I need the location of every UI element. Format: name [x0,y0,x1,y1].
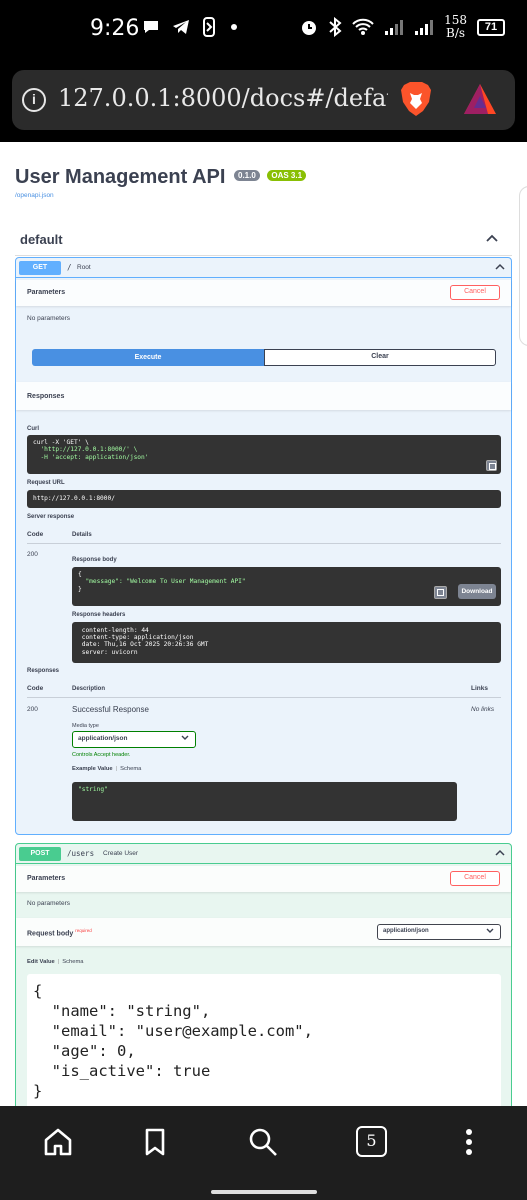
curl-box: curl -X 'GET' \ 'http://127.0.0.1:8000/'… [27,435,501,474]
response-headers-box: content-length: 44 content-type: applica… [72,622,501,663]
request-body-editor[interactable]: { "name": "string", "email": "user@examp… [27,974,501,1106]
code-header: Code [27,531,44,538]
browser-toolbar: i 127.0.0.1:8000/docs#/default [0,58,527,142]
tab-edit-value[interactable]: Edit Value [27,959,55,965]
openapi-json-link[interactable]: /openapi.json [15,192,54,199]
opblock-post-users: POST /users Create User Parameters Cance… [15,843,512,1106]
copy-icon[interactable] [434,586,447,599]
endpoint-path: / [67,263,72,272]
server-response-label: Server response [27,514,75,520]
endpoint-summary: Create User [103,850,139,857]
bluetooth-icon [329,17,342,37]
details-header: Details [72,532,92,538]
bookmark-icon[interactable] [139,1126,171,1158]
endpoint-path: /users [67,849,95,858]
parameters-title: Parameters [27,875,66,882]
request-body-section: Request body required application/json [16,918,511,946]
opblock-summary[interactable]: POST /users Create User [16,844,511,864]
media-type-select[interactable]: application/json [72,731,196,748]
url-text[interactable]: 127.0.0.1:8000/docs#/default [58,84,388,118]
code-header: Code [27,685,44,692]
battery-indicator: 71 [477,18,505,36]
tab-schema[interactable]: Schema [120,766,141,772]
cancel-button[interactable]: Cancel [450,871,500,886]
response-status-code: 200 [27,551,38,558]
chevron-down-icon [486,928,494,933]
parameters-section: Parameters Cancel [16,866,511,892]
curl-label: Curl [27,426,39,432]
media-type-label: Media type [72,723,99,729]
example-tabs: Example Value | Schema [72,766,142,772]
responses-title: Responses [27,393,65,400]
api-title: User Management API 0.1.0 OAS 3.1 [15,166,307,189]
dot-icon [231,24,237,30]
execute-clear-group: Execute Clear [32,349,496,366]
required-marker: required [75,928,92,933]
oas-badge: OAS 3.1 [267,170,307,181]
cancel-button[interactable]: Cancel [450,285,500,300]
copy-icon[interactable] [486,460,497,471]
gesture-bar[interactable] [211,1190,317,1194]
no-parameters-text: No parameters [27,900,70,907]
request-url-box: http://127.0.0.1:8000/ [27,490,501,508]
app-icon [203,17,215,37]
example-value-box: "string" [72,782,457,821]
tab-example-value[interactable]: Example Value [72,766,113,772]
download-button[interactable]: Download [458,584,496,599]
response-description: Successful Response [72,705,149,714]
execute-button[interactable]: Execute [32,349,264,366]
request-body-label: Request body [27,930,74,938]
chevron-up-icon[interactable] [495,849,505,856]
opblock-get-root: GET / Root Parameters Cancel No paramete… [15,257,512,835]
clear-button[interactable]: Clear [264,349,496,366]
more-icon[interactable] [453,1126,485,1158]
clock: 9:26 [90,16,140,41]
parameters-section: Parameters Cancel [16,280,511,306]
method-badge: GET [19,261,61,275]
alarm-icon [302,21,317,35]
address-bar[interactable]: i 127.0.0.1:8000/docs#/default [12,70,515,130]
net-speed: 158 B/s [444,13,467,40]
tab-schema[interactable]: Schema [62,959,83,965]
response-headers-label: Response headers [72,612,126,618]
method-badge: POST [19,847,61,861]
search-icon[interactable] [247,1126,279,1158]
endpoint-summary: Root [77,264,91,271]
telegram-icon [173,20,189,34]
chevron-down-icon [181,735,189,740]
parameters-title: Parameters [27,289,66,296]
browser-bottom-nav: 5 [0,1106,527,1200]
request-url-label: Request URL [27,480,65,486]
no-parameters-text: No parameters [27,315,70,322]
version-badge: 0.1.0 [234,170,260,181]
status-bar: 9:26 158 B/s 71 [0,0,527,58]
home-icon[interactable] [42,1126,74,1158]
chevron-up-icon[interactable] [486,234,498,242]
responses-section: Responses [16,382,511,410]
bat-rewards-icon[interactable] [462,82,498,116]
chat-bubble-icon [144,21,158,33]
controls-accept-text: Controls Accept header. [72,752,131,758]
content-type-select[interactable]: application/json [377,924,501,940]
brave-shields-icon[interactable] [400,81,432,117]
tabs-icon[interactable]: 5 [356,1126,387,1157]
swagger-page: User Management API 0.1.0 OAS 3.1 /opena… [0,142,527,1106]
wifi-icon [352,18,374,35]
chevron-up-icon[interactable] [495,263,505,270]
response-body-label: Response body [72,557,117,563]
info-icon[interactable]: i [22,88,46,112]
signal-icon-2 [415,20,434,35]
signal-icon [385,20,404,35]
tag-default-title[interactable]: default [20,232,63,247]
scroll-handle[interactable] [519,186,527,346]
response-code: 200 [27,706,38,713]
opblock-summary[interactable]: GET / Root [16,258,511,278]
responses-doc-label: Responses [27,668,60,674]
links-header: Links [471,685,488,692]
description-header: Description [72,686,106,692]
body-tabs: Edit Value | Schema [27,959,84,965]
no-links-text: No links [471,706,495,713]
